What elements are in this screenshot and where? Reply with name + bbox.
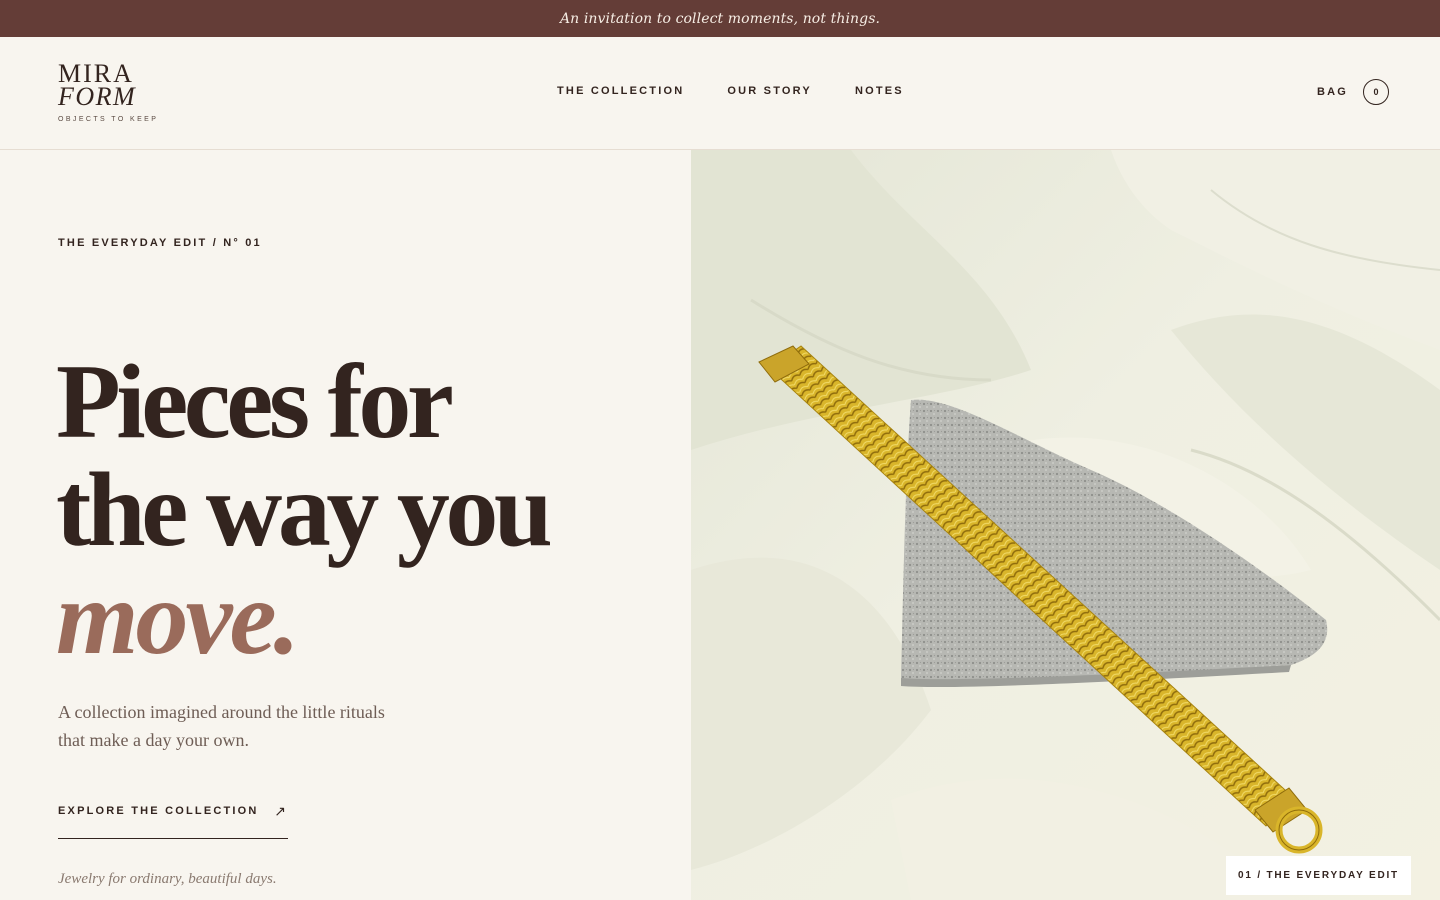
nav-item-our-story[interactable]: OUR STORY [727, 85, 812, 97]
bag-label: BAG [1317, 86, 1349, 98]
hero-headline: Pieces for the way you move. [56, 343, 553, 676]
cta-label: EXPLORE THE COLLECTION [58, 805, 259, 817]
image-caption: 01 / THE EVERYDAY EDIT [1226, 856, 1411, 895]
main-nav: THE COLLECTION OUR STORY NOTES [557, 85, 904, 97]
headline-line-3: move. [56, 559, 300, 676]
logo-line-2: FORM [58, 82, 137, 111]
announcement-text: An invitation to collect moments, not th… [559, 10, 881, 27]
headline-line-1: Pieces for [56, 343, 454, 460]
nav-item-collection[interactable]: THE COLLECTION [557, 85, 684, 97]
explore-collection-button[interactable]: EXPLORE THE COLLECTION ↗ [58, 798, 288, 839]
hero-kicker: THE EVERYDAY EDIT / N° 01 [58, 237, 262, 249]
hero-subtitle: A collection imagined around the little … [58, 702, 385, 750]
bracelet-photo [691, 150, 1440, 900]
headline-line-2: the way you [56, 451, 553, 568]
logo-tagline: OBJECTS TO KEEP [58, 116, 159, 123]
arrow-up-right-icon: ↗ [274, 803, 286, 819]
bag-button[interactable]: BAG 0 [1317, 79, 1390, 105]
site-header: MIRA FORM OBJECTS TO KEEP THE COLLECTION… [0, 37, 1440, 150]
hero-image [691, 150, 1440, 900]
announcement-bar: An invitation to collect moments, not th… [0, 0, 1440, 37]
bag-count-badge: 0 [1363, 79, 1390, 105]
nav-item-notes[interactable]: NOTES [855, 85, 904, 97]
logo[interactable]: MIRA FORM OBJECTS TO KEEP [58, 61, 159, 124]
hero-tagline: Jewelry for ordinary, beautiful days. [58, 871, 277, 887]
